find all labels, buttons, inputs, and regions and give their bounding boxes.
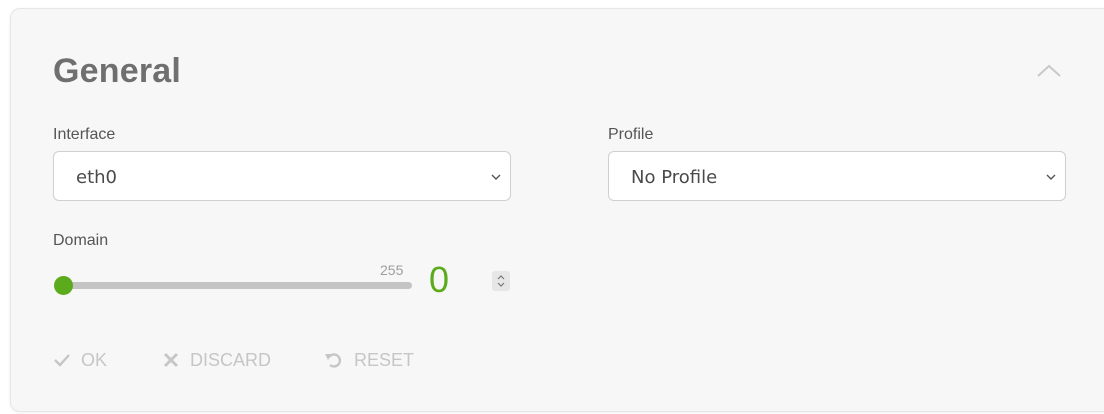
section-title: General — [53, 52, 182, 90]
profile-select[interactable]: No Profile — [608, 151, 1066, 201]
interface-select[interactable]: eth0 — [53, 151, 511, 201]
domain-stepper[interactable] — [492, 271, 510, 291]
interface-label: Interface — [53, 126, 116, 143]
domain-label: Domain — [53, 232, 109, 249]
discard-button-label: DISCARD — [190, 349, 272, 370]
reset-button[interactable]: RESET — [324, 349, 414, 371]
x-icon — [163, 352, 179, 368]
domain-slider-track[interactable] — [63, 282, 412, 289]
profile-label: Profile — [608, 126, 654, 143]
up-down-stepper-icon — [497, 275, 505, 287]
interface-select-value: eth0 — [76, 167, 117, 188]
chevron-down-icon — [491, 174, 501, 180]
undo-icon — [325, 353, 342, 368]
domain-slider-thumb[interactable] — [53, 276, 73, 295]
collapse-button[interactable] — [1032, 56, 1066, 84]
domain-slider-max: 255 — [380, 262, 404, 278]
ok-button[interactable]: OK — [53, 349, 107, 371]
domain-value: 0 — [429, 259, 450, 300]
chevron-down-icon — [1046, 174, 1056, 180]
ok-button-label: OK — [81, 349, 108, 370]
chevron-up-icon — [1037, 64, 1061, 77]
checkmark-icon — [54, 354, 70, 367]
discard-button[interactable]: DISCARD — [162, 349, 271, 371]
profile-select-value: No Profile — [631, 167, 718, 188]
reset-button-label: RESET — [354, 349, 415, 370]
